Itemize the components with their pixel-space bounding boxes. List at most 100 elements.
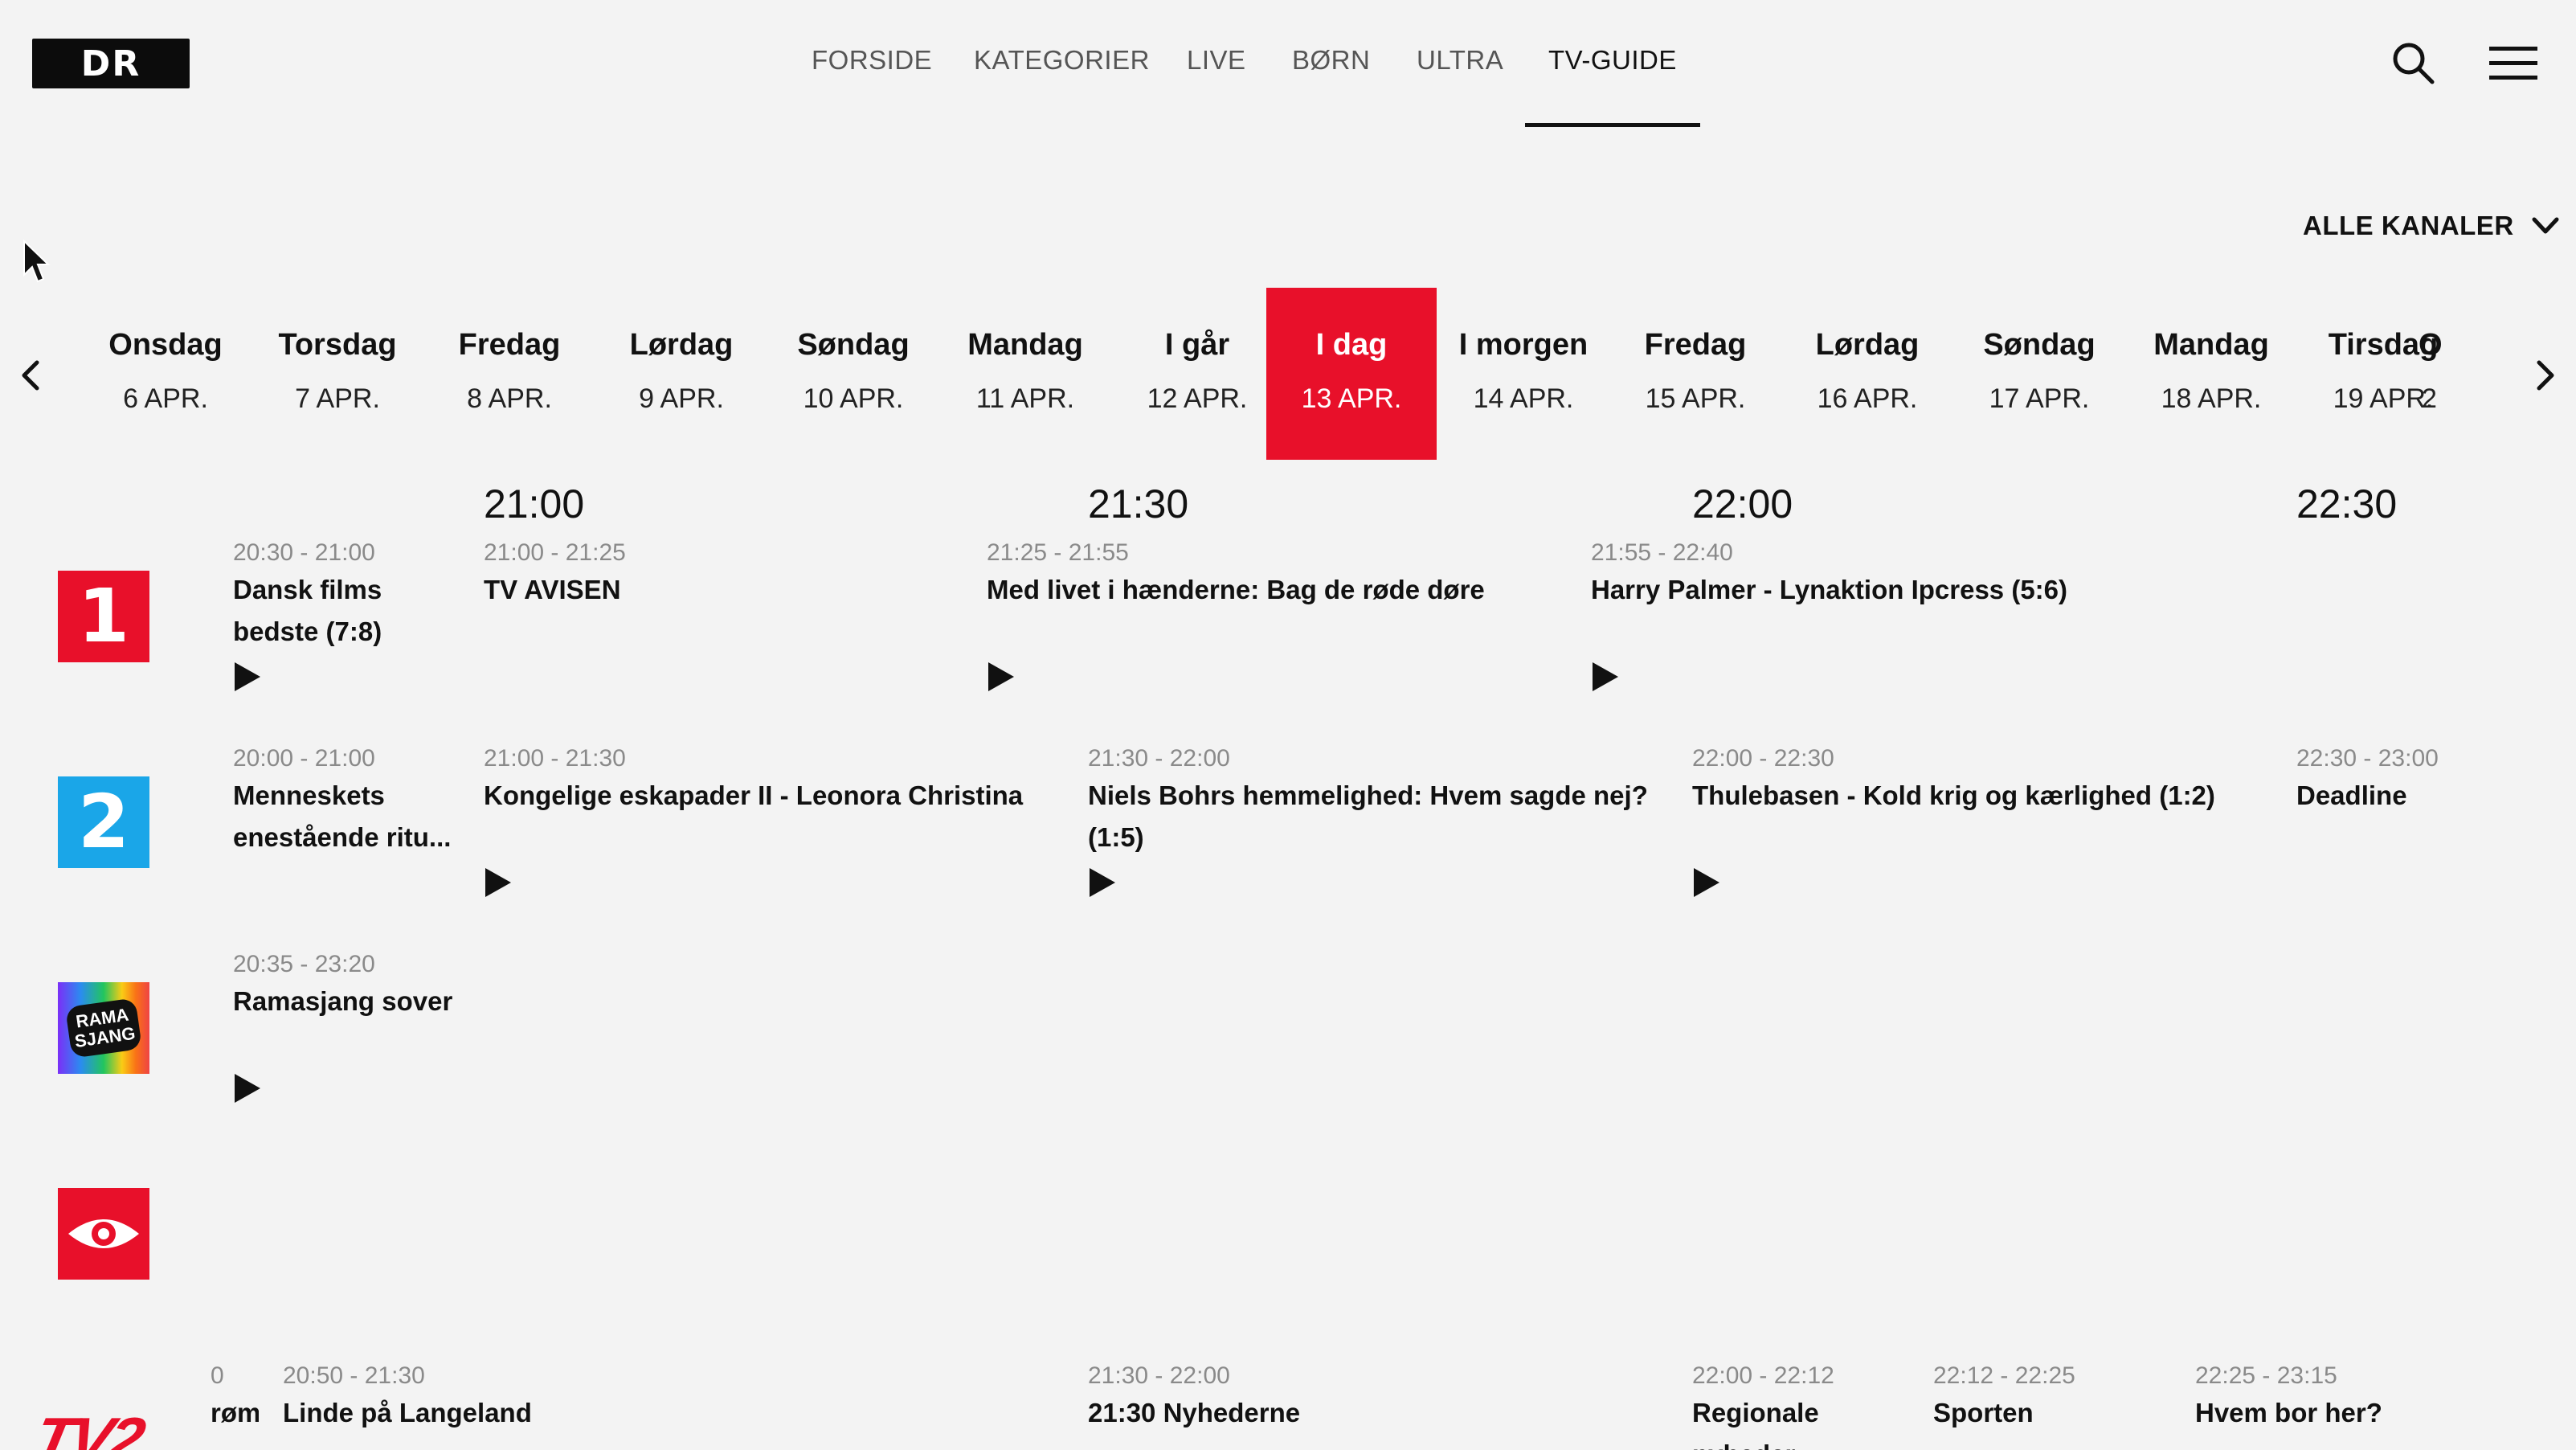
- program-item[interactable]: 21:30 - 22:00 Niels Bohrs hemmelighed: H…: [1088, 743, 1671, 899]
- day-date: 7 APR.: [295, 383, 380, 414]
- program-title: Dansk films bedste (7:8): [233, 575, 382, 646]
- program-title: Med livet i hænderne: Bag de røde døre: [987, 575, 1485, 604]
- nav-live[interactable]: LIVE: [1187, 45, 1246, 76]
- dr2-logo-text: 2: [77, 779, 129, 865]
- day-date: 2: [2422, 383, 2437, 414]
- day-item[interactable]: I går 12 APR.: [1112, 288, 1282, 460]
- play-icon[interactable]: [484, 866, 513, 899]
- program-title: Regionale nyheder: [1692, 1398, 1819, 1450]
- day-item[interactable]: Fredag 15 APR.: [1610, 288, 1781, 460]
- program-item[interactable]: 0 røm: [211, 1360, 259, 1434]
- day-item[interactable]: Lørdag 16 APR.: [1782, 288, 1952, 460]
- program-item[interactable]: 20:00 - 21:00 Menneskets enestående ritu…: [233, 743, 466, 858]
- day-item[interactable]: O2: [2419, 288, 2519, 460]
- play-icon[interactable]: [1591, 661, 1620, 693]
- chevron-left-icon[interactable]: [16, 358, 45, 393]
- day-date: 18 APR.: [2161, 383, 2262, 414]
- program-time: 21:25 - 21:55: [987, 539, 1129, 566]
- chevron-right-icon[interactable]: [2531, 358, 2560, 393]
- play-icon[interactable]: [233, 1072, 262, 1104]
- program-time: 20:35 - 23:20: [233, 951, 375, 977]
- day-item[interactable]: Fredag 8 APR.: [424, 288, 595, 460]
- day-name: Fredag: [458, 328, 561, 362]
- timeline-label: 22:30: [2296, 481, 2398, 526]
- program-time: 21:55 - 22:40: [1591, 539, 1733, 566]
- eye-channel-logo[interactable]: [58, 1188, 149, 1280]
- day-name: Onsdag: [108, 328, 223, 362]
- nav-kategorier[interactable]: KATEGORIER: [974, 45, 1150, 76]
- day-date: 9 APR.: [639, 383, 724, 414]
- day-item-selected[interactable]: I dag 13 APR.: [1266, 288, 1437, 460]
- program-time: 21:30 - 22:00: [1088, 745, 1230, 772]
- program-title: Sporten: [1933, 1398, 2034, 1427]
- ramasjang-logo-text: RAMA SJANG: [64, 997, 143, 1059]
- day-strip: Onsdag 6 APR. Torsdag 7 APR. Fredag 8 APR. …: [80, 288, 2519, 465]
- program-item[interactable]: 21:30 - 22:00 21:30 Nyhederne: [1088, 1360, 1650, 1434]
- program-time: 0: [211, 1362, 224, 1389]
- program-item[interactable]: 21:00 - 21:30 Kongelige eskapader II - L…: [484, 743, 1078, 899]
- day-item[interactable]: Lørdag 9 APR.: [596, 288, 767, 460]
- program-item[interactable]: 22:00 - 22:30 Thulebasen - Kold krig og …: [1692, 743, 2287, 899]
- timeline-label: 21:30: [1088, 481, 1189, 526]
- day-date: 13 APR.: [1301, 383, 1402, 414]
- dr-logo[interactable]: DR: [32, 39, 190, 88]
- play-icon[interactable]: [1692, 866, 1721, 899]
- day-item[interactable]: Onsdag 6 APR.: [80, 288, 251, 460]
- program-title: Linde på Langeland: [283, 1398, 532, 1427]
- tv2-logo[interactable]: TV2: [35, 1408, 172, 1450]
- program-time: 22:12 - 22:25: [1933, 1362, 2075, 1389]
- day-item[interactable]: Torsdag 7 APR.: [252, 288, 423, 460]
- day-name: Lørdag: [1815, 328, 1920, 362]
- nav-tv-guide[interactable]: TV-GUIDE: [1548, 45, 1677, 76]
- program-item[interactable]: 20:50 - 21:30 Linde på Langeland: [283, 1360, 926, 1434]
- program-title: Menneskets enestående ritu...: [233, 780, 452, 852]
- program-item[interactable]: 21:55 - 22:40 Harry Palmer - Lynaktion I…: [1591, 537, 2234, 693]
- day-name: I dag: [1315, 328, 1388, 362]
- menu-icon[interactable]: [2489, 45, 2537, 82]
- program-item[interactable]: 22:12 - 22:25 Sporten: [1933, 1360, 2174, 1434]
- program-time: 21:30 - 22:00: [1088, 1362, 1230, 1389]
- program-title: Deadline: [2296, 780, 2407, 810]
- dr2-logo[interactable]: 2: [58, 776, 149, 868]
- program-item[interactable]: 22:25 - 23:15 Hvem bor her?: [2195, 1360, 2549, 1434]
- nav-born[interactable]: BØRN: [1292, 45, 1370, 76]
- nav-ultra[interactable]: ULTRA: [1417, 45, 1503, 76]
- program-time: 21:00 - 21:25: [484, 539, 626, 566]
- program-title: Harry Palmer - Lynaktion Ipcress (5:6): [1591, 575, 2068, 604]
- program-title: Thulebasen - Kold krig og kærlighed (1:2…: [1692, 780, 2215, 810]
- play-icon[interactable]: [233, 661, 262, 693]
- tv2-logo-text: TV2: [35, 1408, 149, 1450]
- channels-filter-dropdown[interactable]: ALLE KANALER: [2303, 211, 2559, 241]
- program-item[interactable]: 22:00 - 22:12 Regionale nyheder: [1692, 1360, 1893, 1450]
- channels-filter-label: ALLE KANALER: [2303, 211, 2514, 240]
- nav-forside[interactable]: FORSIDE: [812, 45, 932, 76]
- dr1-logo[interactable]: 1: [58, 571, 149, 662]
- day-item[interactable]: Mandag 11 APR.: [940, 288, 1110, 460]
- day-name: Mandag: [2153, 328, 2269, 362]
- program-item[interactable]: 20:30 - 21:00 Dansk films bedste (7:8): [233, 537, 466, 693]
- dr1-logo-text: 1: [77, 573, 129, 659]
- play-icon[interactable]: [1088, 866, 1117, 899]
- ramasjang-logo[interactable]: RAMA SJANG: [58, 982, 149, 1074]
- program-time: 22:00 - 22:12: [1692, 1362, 1834, 1389]
- timeline-label: 22:00: [1692, 481, 1793, 526]
- program-time: 21:00 - 21:30: [484, 745, 626, 772]
- dr-logo-text: DR: [80, 43, 141, 84]
- day-name: Fredag: [1644, 328, 1747, 362]
- program-item[interactable]: 21:25 - 21:55 Med livet i hænderne: Bag …: [987, 537, 1581, 693]
- search-icon[interactable]: [2390, 40, 2435, 85]
- day-item[interactable]: I morgen 14 APR.: [1438, 288, 1609, 460]
- day-item[interactable]: Mandag 18 APR.: [2126, 288, 2296, 460]
- day-date: 6 APR.: [123, 383, 208, 414]
- program-item[interactable]: 21:00 - 21:25 TV AVISEN: [484, 537, 966, 611]
- day-date: 10 APR.: [803, 383, 904, 414]
- day-item[interactable]: Søndag 10 APR.: [768, 288, 938, 460]
- mouse-cursor-icon: [23, 240, 51, 283]
- play-icon[interactable]: [987, 661, 1016, 693]
- day-name: Lørdag: [629, 328, 734, 362]
- day-item[interactable]: Søndag 17 APR.: [1954, 288, 2124, 460]
- active-nav-underline: [1525, 123, 1700, 127]
- program-item[interactable]: 22:30 - 23:00 Deadline: [2296, 743, 2554, 817]
- program-item[interactable]: 20:35 - 23:20 Ramasjang sover: [233, 948, 715, 1104]
- day-name: Søndag: [1983, 328, 2096, 362]
